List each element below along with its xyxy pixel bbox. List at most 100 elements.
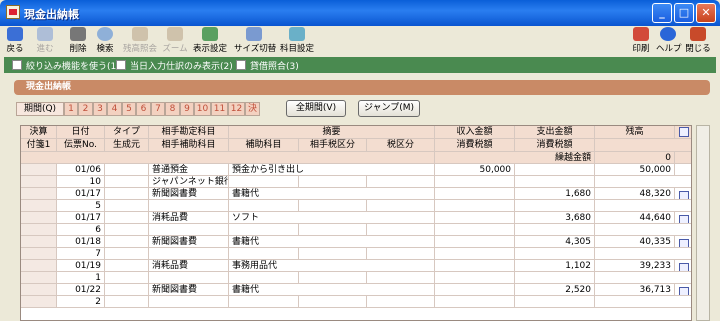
search-button[interactable]: 検索 <box>92 26 118 56</box>
cell-income[interactable] <box>435 236 515 248</box>
month-tab[interactable]: 4 <box>107 102 122 116</box>
month-tab[interactable]: 7 <box>151 102 165 116</box>
memo-icon[interactable] <box>679 127 689 137</box>
cell-expense[interactable]: 2,520 <box>515 284 595 296</box>
zoom-button[interactable]: ズーム <box>162 26 188 56</box>
cell-date[interactable]: 01/22 <box>57 284 105 296</box>
cell-summary[interactable]: 書籍代 <box>229 284 435 296</box>
cell-counter-account[interactable]: 消耗品費 <box>149 260 229 272</box>
cell-expense[interactable] <box>515 164 595 176</box>
cell-date[interactable]: 01/19 <box>57 260 105 272</box>
month-tab[interactable]: 1 <box>64 102 78 116</box>
month-tab[interactable]: 5 <box>122 102 136 116</box>
cell-date[interactable]: 01/17 <box>57 188 105 200</box>
table-row-sub[interactable]: 5 <box>21 200 691 212</box>
memo-icon[interactable] <box>679 215 689 223</box>
cell-counter-account[interactable]: 新聞図書費 <box>149 188 229 200</box>
cell-voucher-no[interactable]: 10 <box>57 176 105 188</box>
cell-voucher-no[interactable]: 2 <box>57 296 105 308</box>
month-tab[interactable]: 10 <box>194 102 211 116</box>
table-row[interactable]: 01/17 消耗品費 ソフト 3,680 44,640 <box>21 212 691 224</box>
cell-summary[interactable]: 事務用品代 <box>229 260 435 272</box>
cell-date[interactable]: 01/17 <box>57 212 105 224</box>
cell-counter-sub[interactable] <box>149 272 229 284</box>
minimize-button[interactable]: _ <box>652 3 672 23</box>
period-label[interactable]: 期間(Q) <box>16 102 64 116</box>
month-tab[interactable]: 2 <box>78 102 93 116</box>
cell-summary[interactable]: 書籍代 <box>229 188 435 200</box>
cell-expense[interactable]: 1,680 <box>515 188 595 200</box>
back-button[interactable]: 戻る <box>4 26 26 56</box>
col-header-tax: 税区分 <box>367 139 435 152</box>
delete-button[interactable]: 削除 <box>66 26 90 56</box>
table-row-sub[interactable]: 10 ジャパンネット銀行 <box>21 176 691 188</box>
cell-counter-account[interactable]: 消耗品費 <box>149 212 229 224</box>
month-tab[interactable]: 3 <box>93 102 107 116</box>
filter-checkbox[interactable] <box>12 60 22 70</box>
cell-income[interactable] <box>435 212 515 224</box>
memo-icon[interactable] <box>679 263 689 271</box>
cell-voucher-no[interactable]: 6 <box>57 224 105 236</box>
balance-inquiry-button[interactable]: 残高照会 <box>120 26 160 56</box>
account-settings-button[interactable]: 科目設定 <box>278 26 316 56</box>
cell-expense[interactable]: 1,102 <box>515 260 595 272</box>
month-tab-closing[interactable]: 決 <box>245 102 260 116</box>
lending-checkbox[interactable] <box>236 60 246 70</box>
month-tab[interactable]: 12 <box>228 102 245 116</box>
memo-icon[interactable] <box>679 287 689 295</box>
memo-icon[interactable] <box>679 191 689 199</box>
print-button[interactable]: 印刷 <box>630 26 652 56</box>
lending-label: 貸借照合(3) <box>250 62 299 72</box>
table-row[interactable]: 01/19 消耗品費 事務用品代 1,102 39,233 <box>21 260 691 272</box>
cell-counter-account[interactable]: 普通預金 <box>149 164 229 176</box>
table-row-sub[interactable]: 7 <box>21 248 691 260</box>
close-window-button[interactable]: ✕ <box>696 3 716 23</box>
today-only-checkbox[interactable] <box>116 60 126 70</box>
cell-counter-sub[interactable] <box>149 200 229 212</box>
cell-counter-sub[interactable] <box>149 224 229 236</box>
jump-button[interactable]: ジャンプ(M) <box>358 100 420 117</box>
cell-counter-sub[interactable]: ジャパンネット銀行 <box>149 176 229 188</box>
table-row-sub[interactable]: 1 <box>21 272 691 284</box>
display-settings-button[interactable]: 表示設定 <box>192 26 228 56</box>
cell-counter-sub[interactable] <box>149 296 229 308</box>
lending-option[interactable]: 貸借照合(3) <box>236 59 299 72</box>
maximize-button[interactable]: □ <box>674 3 694 23</box>
table-row-sub[interactable]: 2 <box>21 296 691 308</box>
month-tab[interactable]: 6 <box>136 102 151 116</box>
cell-summary[interactable]: 預金から引き出し <box>229 164 435 176</box>
table-row[interactable]: 01/22 新聞図書費 書籍代 2,520 36,713 <box>21 284 691 296</box>
cell-expense[interactable]: 3,680 <box>515 212 595 224</box>
vertical-scrollbar[interactable] <box>696 125 710 321</box>
table-row-sub[interactable]: 6 <box>21 224 691 236</box>
cell-voucher-no[interactable]: 1 <box>57 272 105 284</box>
month-tab[interactable]: 8 <box>165 102 180 116</box>
help-button[interactable]: ヘルプ <box>656 26 682 56</box>
cell-income[interactable] <box>435 188 515 200</box>
cell-income[interactable] <box>435 284 515 296</box>
cell-summary[interactable]: 書籍代 <box>229 236 435 248</box>
cell-date[interactable]: 01/18 <box>57 236 105 248</box>
month-tab[interactable]: 9 <box>180 102 194 116</box>
close-button[interactable]: 閉じる <box>684 26 712 56</box>
cell-income[interactable]: 50,000 <box>435 164 515 176</box>
today-only-option[interactable]: 当日入力仕訳のみ表示(2) <box>116 59 233 72</box>
forward-button[interactable]: 進む <box>34 26 56 56</box>
cell-summary[interactable]: ソフト <box>229 212 435 224</box>
filter-option[interactable]: 絞り込み機能を使う(1) <box>12 59 120 72</box>
month-tab[interactable]: 11 <box>211 102 228 116</box>
cell-date[interactable]: 01/06 <box>57 164 105 176</box>
table-row[interactable]: 01/17 新聞図書費 書籍代 1,680 48,320 <box>21 188 691 200</box>
cell-expense[interactable]: 4,305 <box>515 236 595 248</box>
all-period-button[interactable]: 全期間(V) <box>286 100 346 117</box>
cell-counter-account[interactable]: 新聞図書費 <box>149 236 229 248</box>
memo-icon[interactable] <box>679 239 689 247</box>
cell-voucher-no[interactable]: 7 <box>57 248 105 260</box>
cell-voucher-no[interactable]: 5 <box>57 200 105 212</box>
size-switch-button[interactable]: サイズ切替 <box>234 26 276 56</box>
cell-counter-account[interactable]: 新聞図書費 <box>149 284 229 296</box>
table-row[interactable]: 01/18 新聞図書費 書籍代 4,305 40,335 <box>21 236 691 248</box>
table-row[interactable]: 01/06 普通預金 預金から引き出し 50,000 50,000 <box>21 164 691 176</box>
cell-income[interactable] <box>435 260 515 272</box>
cell-counter-sub[interactable] <box>149 248 229 260</box>
